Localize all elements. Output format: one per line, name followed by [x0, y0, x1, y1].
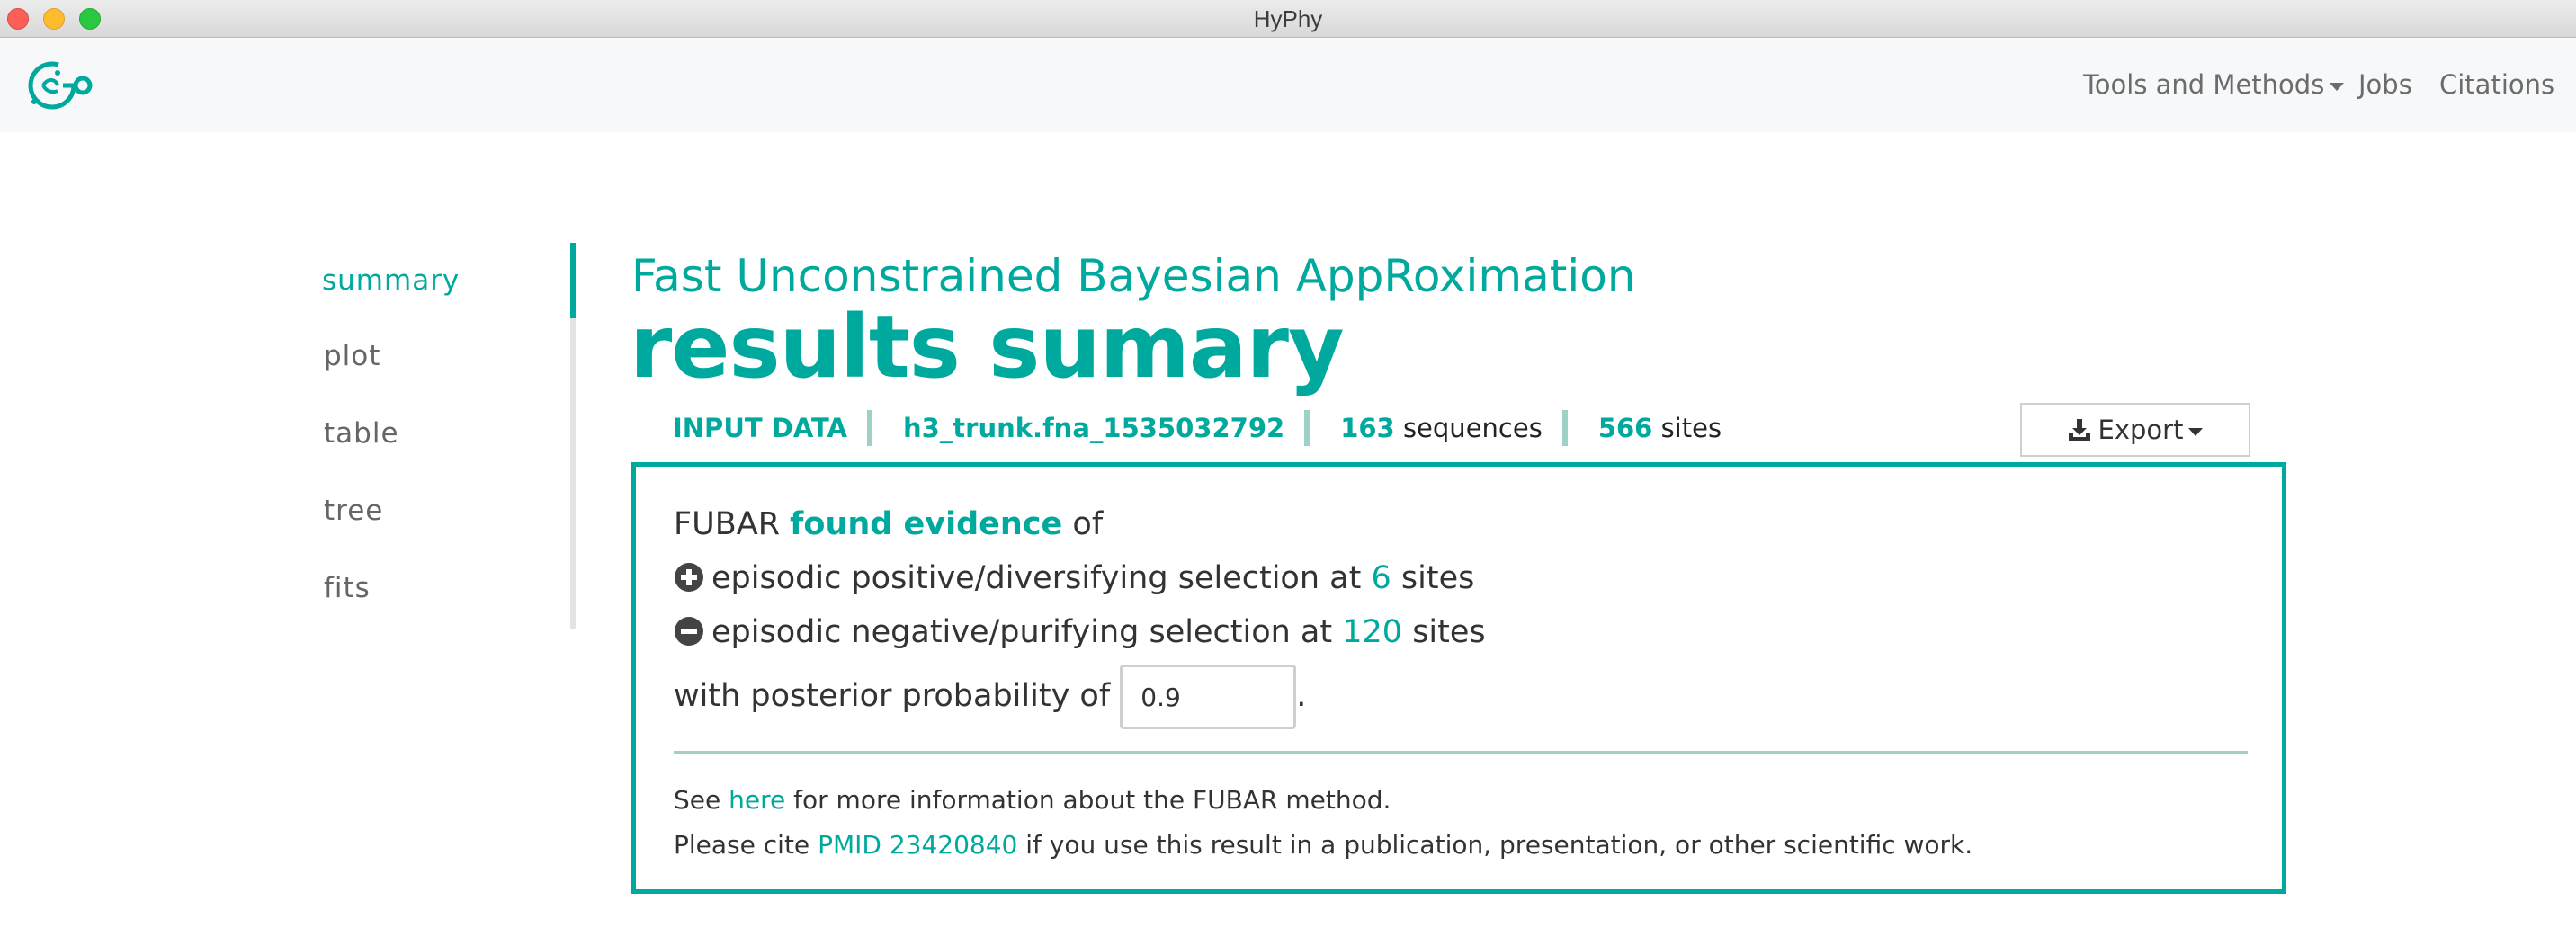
download-icon	[2068, 419, 2090, 441]
window-title: HyPhy	[1253, 5, 1323, 32]
intro-suffix: of	[1072, 506, 1104, 542]
input-filename: h3_trunk.fna_1535032792	[866, 410, 1304, 446]
negative-count: 120	[1342, 614, 1403, 650]
side-nav-tree[interactable]: tree	[324, 495, 383, 527]
negative-suffix: sites	[1412, 614, 1486, 650]
export-button[interactable]: Export	[2020, 403, 2250, 457]
tools-and-methods-dropdown[interactable]: Tools and Methods	[2083, 69, 2345, 100]
cite-line: Please cite PMID 23420840 if you use thi…	[674, 830, 1972, 860]
side-nav-table[interactable]: table	[324, 417, 399, 450]
sites-label: sites	[1660, 413, 1722, 443]
positive-prefix: episodic positive/diversifying selection…	[711, 560, 1362, 596]
sequences-label: sequences	[1402, 413, 1543, 443]
info-suffix: for more information about the FUBAR met…	[793, 785, 1391, 815]
positive-suffix: sites	[1400, 560, 1475, 596]
sites-count-group: 566 sites	[1561, 410, 1741, 446]
info-prefix: See	[674, 785, 721, 815]
positive-count: 6	[1371, 560, 1391, 596]
sites-count: 566	[1597, 413, 1653, 443]
side-nav-fits[interactable]: fits	[324, 572, 371, 604]
negative-selection-line: episodic negative/purifying selection at…	[674, 614, 1486, 650]
cite-prefix: Please cite	[674, 830, 810, 860]
summary-intro: FUBAR found evidence of	[674, 506, 1103, 542]
page-title: results sumary	[630, 297, 1345, 397]
sequences-count: 163	[1340, 413, 1395, 443]
posterior-probability-line: with posterior probability of .	[674, 665, 1306, 729]
summary-divider	[674, 751, 2248, 754]
pmid-link[interactable]: PMID 23420840	[818, 830, 1017, 860]
caret-down-icon	[2330, 82, 2345, 91]
info-line: See here for more information about the …	[674, 785, 1391, 815]
citations-link[interactable]: Citations	[2439, 69, 2554, 100]
hyphy-logo[interactable]	[16, 53, 94, 118]
side-navigation: summary plot table tree fits	[322, 243, 577, 629]
tools-and-methods-label: Tools and Methods	[2083, 69, 2325, 100]
minus-circle-icon	[675, 617, 703, 646]
sequences-count-group: 163 sequences	[1304, 410, 1562, 446]
prob-suffix: .	[1296, 678, 1307, 714]
input-data-bar: INPUT DATA h3_trunk.fna_1535032792 163 seq…	[642, 410, 1741, 451]
posterior-probability-input[interactable]	[1120, 665, 1297, 729]
side-nav-active-indicator	[570, 243, 576, 318]
side-nav-plot[interactable]: plot	[324, 340, 380, 372]
info-here-link[interactable]: here	[729, 785, 785, 815]
caret-down-icon	[2188, 427, 2204, 436]
plus-circle-icon	[675, 563, 703, 592]
jobs-link[interactable]: Jobs	[2358, 69, 2412, 100]
results-summary-box: FUBAR found evidence of episodic positiv…	[631, 462, 2286, 894]
positive-selection-line: episodic positive/diversifying selection…	[674, 560, 1474, 596]
window-titlebar: HyPhy	[0, 0, 2576, 38]
export-label: Export	[2097, 415, 2184, 445]
cite-suffix: if you use this result in a publication,…	[1025, 830, 1973, 860]
side-nav-summary[interactable]: summary	[322, 264, 460, 297]
intro-emphasis: found evidence	[790, 506, 1063, 542]
input-data-label: INPUT DATA	[673, 413, 847, 443]
method-subtitle: Fast Unconstrained Bayesian AppRoximatio…	[631, 250, 1636, 302]
intro-prefix: FUBAR	[674, 506, 781, 542]
prob-prefix: with posterior probability of	[674, 678, 1111, 714]
top-navbar: Tools and Methods Jobs Citations	[0, 39, 2576, 132]
negative-prefix: episodic negative/purifying selection at	[711, 614, 1333, 650]
